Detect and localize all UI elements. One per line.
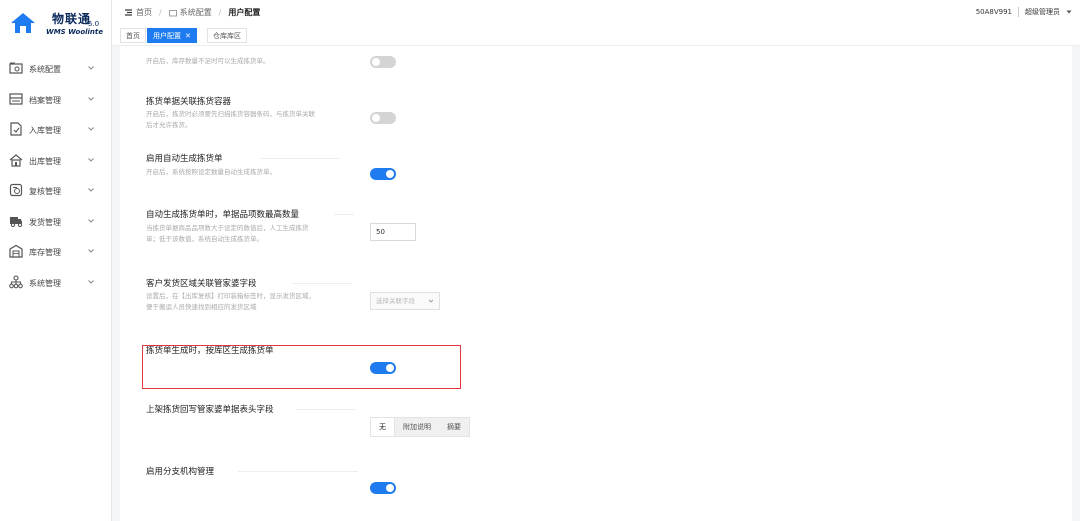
logo-name: 物联通 bbox=[52, 12, 92, 26]
sidebar: 物联通 5.0 WMS Woolinte 系统配置 档案管理 入库管理 出库管理… bbox=[0, 0, 112, 521]
sidebar-item-system-config[interactable]: 系统配置 bbox=[0, 54, 112, 85]
truck-icon bbox=[10, 216, 23, 227]
chevron-down-icon bbox=[88, 127, 94, 131]
sidebar-item-label: 复核管理 bbox=[29, 187, 61, 196]
sidebar-item-label: 出库管理 bbox=[29, 156, 61, 166]
switch-knob bbox=[386, 484, 394, 492]
org-tree-icon bbox=[9, 274, 23, 288]
setting-title: 自动生成拣货单时，单据品项数最高数量 bbox=[146, 210, 300, 220]
inventory-icon bbox=[9, 244, 23, 258]
divider bbox=[334, 214, 354, 215]
linked-field-select[interactable]: 选择关联字段 bbox=[370, 292, 440, 310]
chevron-down-icon bbox=[88, 66, 94, 70]
folder-icon bbox=[168, 9, 177, 16]
setting-title: 拣货单据关联拣货容器 bbox=[146, 97, 232, 107]
toggle-pick-container[interactable] bbox=[370, 112, 396, 124]
toggle-allow-insufficient-stock[interactable] bbox=[370, 56, 396, 68]
setting-title: 客户发货区域关联管家婆字段 bbox=[146, 279, 257, 289]
breadcrumb-separator: / bbox=[218, 8, 222, 17]
top-header: 首页 / 系统配置 / 用户配置 50A8V991 超级管理员 bbox=[112, 0, 1080, 26]
divider bbox=[238, 471, 358, 472]
switch-knob bbox=[386, 170, 394, 178]
logo-subtitle: WMS Woolinte bbox=[46, 28, 103, 36]
switch-knob bbox=[372, 58, 380, 66]
setting-desc: 当拣货单据商品品项数大于设定的数值后，人工生成拣货单；低于该数值，系统自动生成拣… bbox=[146, 224, 309, 243]
chevron-down-icon bbox=[88, 188, 94, 192]
breadcrumb: 首页 / 系统配置 / 用户配置 bbox=[124, 7, 260, 18]
radio-summary[interactable]: 摘要 bbox=[439, 418, 469, 436]
switch-knob bbox=[372, 114, 380, 122]
outbound-icon bbox=[9, 153, 23, 167]
sidebar-item-label: 入库管理 bbox=[29, 126, 61, 135]
sidebar-item-label: 系统配置 bbox=[29, 65, 61, 74]
annotation-highlight-box bbox=[142, 345, 461, 389]
tab-label: 首页 bbox=[126, 32, 140, 40]
sidebar-item-shipping[interactable]: 发货管理 bbox=[0, 207, 112, 238]
toggle-branch-management[interactable] bbox=[370, 482, 396, 494]
collapse-menu-icon[interactable] bbox=[124, 8, 133, 17]
inbound-icon bbox=[10, 122, 22, 136]
divider bbox=[292, 283, 352, 284]
setting-title: 启用自动生成拣货单 bbox=[146, 154, 223, 164]
setting-desc: 设置后，在【出库复核】打印装箱标签时，显示发货区域，便于搬运人员快速找到相应的发… bbox=[146, 292, 315, 311]
house-logo-icon bbox=[11, 13, 35, 33]
sidebar-item-inventory[interactable]: 库存管理 bbox=[0, 237, 112, 268]
tab-label: 仓库库区 bbox=[213, 32, 241, 40]
chevron-down-icon bbox=[88, 279, 94, 284]
review-icon bbox=[9, 183, 23, 197]
main-content: 开启后，库存数量不足时可以生成拣货单。 拣货单据关联拣货容器 开启后，拣货时必须… bbox=[112, 46, 1080, 521]
sidebar-item-archive[interactable]: 档案管理 bbox=[0, 85, 112, 116]
setting-desc: 开启后，系统按照设定数量自动生成拣货单。 bbox=[146, 168, 276, 176]
sidebar-item-label: 系统管理 bbox=[29, 278, 61, 288]
tenant-code: 50A8V991 bbox=[975, 8, 1012, 16]
tab-bar: 首页 用户配置 ✕ 仓库库区 bbox=[112, 26, 1080, 46]
app-logo[interactable]: 物联通 5.0 WMS Woolinte bbox=[0, 0, 112, 48]
settings-folder-icon bbox=[9, 62, 23, 74]
breadcrumb-current: 用户配置 bbox=[228, 8, 261, 17]
sidebar-item-label: 库存管理 bbox=[29, 248, 61, 257]
user-area: 50A8V991 超级管理员 bbox=[976, 7, 1072, 17]
divider bbox=[1018, 7, 1019, 17]
tab-label: 用户配置 bbox=[153, 32, 181, 40]
radio-none[interactable]: 无 bbox=[371, 418, 395, 436]
writeback-field-radio-group: 无 附加说明 摘要 bbox=[370, 417, 470, 437]
sidebar-item-review[interactable]: 复核管理 bbox=[0, 176, 112, 207]
chevron-down-icon bbox=[88, 157, 94, 162]
archive-icon bbox=[9, 92, 23, 105]
setting-desc: 开启后，拣货时必须要先扫描拣货容器条码，与拣货单关联后才允许拣货。 bbox=[146, 110, 315, 129]
user-menu[interactable]: 超级管理员 bbox=[1025, 7, 1060, 17]
settings-panel: 开启后，库存数量不足时可以生成拣货单。 拣货单据关联拣货容器 开启后，拣货时必须… bbox=[120, 46, 1072, 521]
max-items-input[interactable]: 50 bbox=[370, 223, 416, 241]
chevron-down-icon bbox=[428, 299, 434, 303]
chevron-down-icon bbox=[88, 96, 94, 101]
close-icon[interactable]: ✕ bbox=[185, 32, 191, 40]
sidebar-item-inbound[interactable]: 入库管理 bbox=[0, 115, 112, 146]
tab-home[interactable]: 首页 bbox=[120, 28, 146, 43]
tab-user-config[interactable]: 用户配置 ✕ bbox=[147, 28, 197, 43]
tab-warehouse-area[interactable]: 仓库库区 bbox=[207, 28, 247, 43]
breadcrumb-system-config[interactable]: 系统配置 bbox=[180, 7, 212, 18]
sidebar-item-label: 发货管理 bbox=[29, 217, 61, 227]
select-placeholder: 选择关联字段 bbox=[376, 297, 415, 305]
logo-version: 5.0 bbox=[88, 20, 100, 28]
sidebar-item-label: 档案管理 bbox=[29, 95, 61, 105]
setting-desc: 开启后，库存数量不足时可以生成拣货单。 bbox=[146, 57, 270, 65]
divider bbox=[260, 158, 340, 159]
caret-down-icon[interactable] bbox=[1066, 9, 1072, 15]
sidebar-menu: 系统配置 档案管理 入库管理 出库管理 复核管理 发货管理 库存管理 系统管理 bbox=[0, 54, 112, 298]
toggle-auto-generate-pick[interactable] bbox=[370, 168, 396, 180]
chevron-down-icon bbox=[88, 249, 94, 253]
setting-title: 启用分支机构管理 bbox=[146, 467, 215, 477]
sidebar-item-outbound[interactable]: 出库管理 bbox=[0, 146, 112, 177]
radio-note[interactable]: 附加说明 bbox=[395, 418, 439, 436]
sidebar-item-system-admin[interactable]: 系统管理 bbox=[0, 268, 112, 299]
setting-title: 上架拣货回写管家婆单据表头字段 bbox=[146, 405, 274, 415]
breadcrumb-home[interactable]: 首页 bbox=[136, 7, 152, 18]
divider bbox=[296, 409, 356, 410]
breadcrumb-separator: / bbox=[159, 8, 162, 17]
chevron-down-icon bbox=[88, 218, 94, 223]
